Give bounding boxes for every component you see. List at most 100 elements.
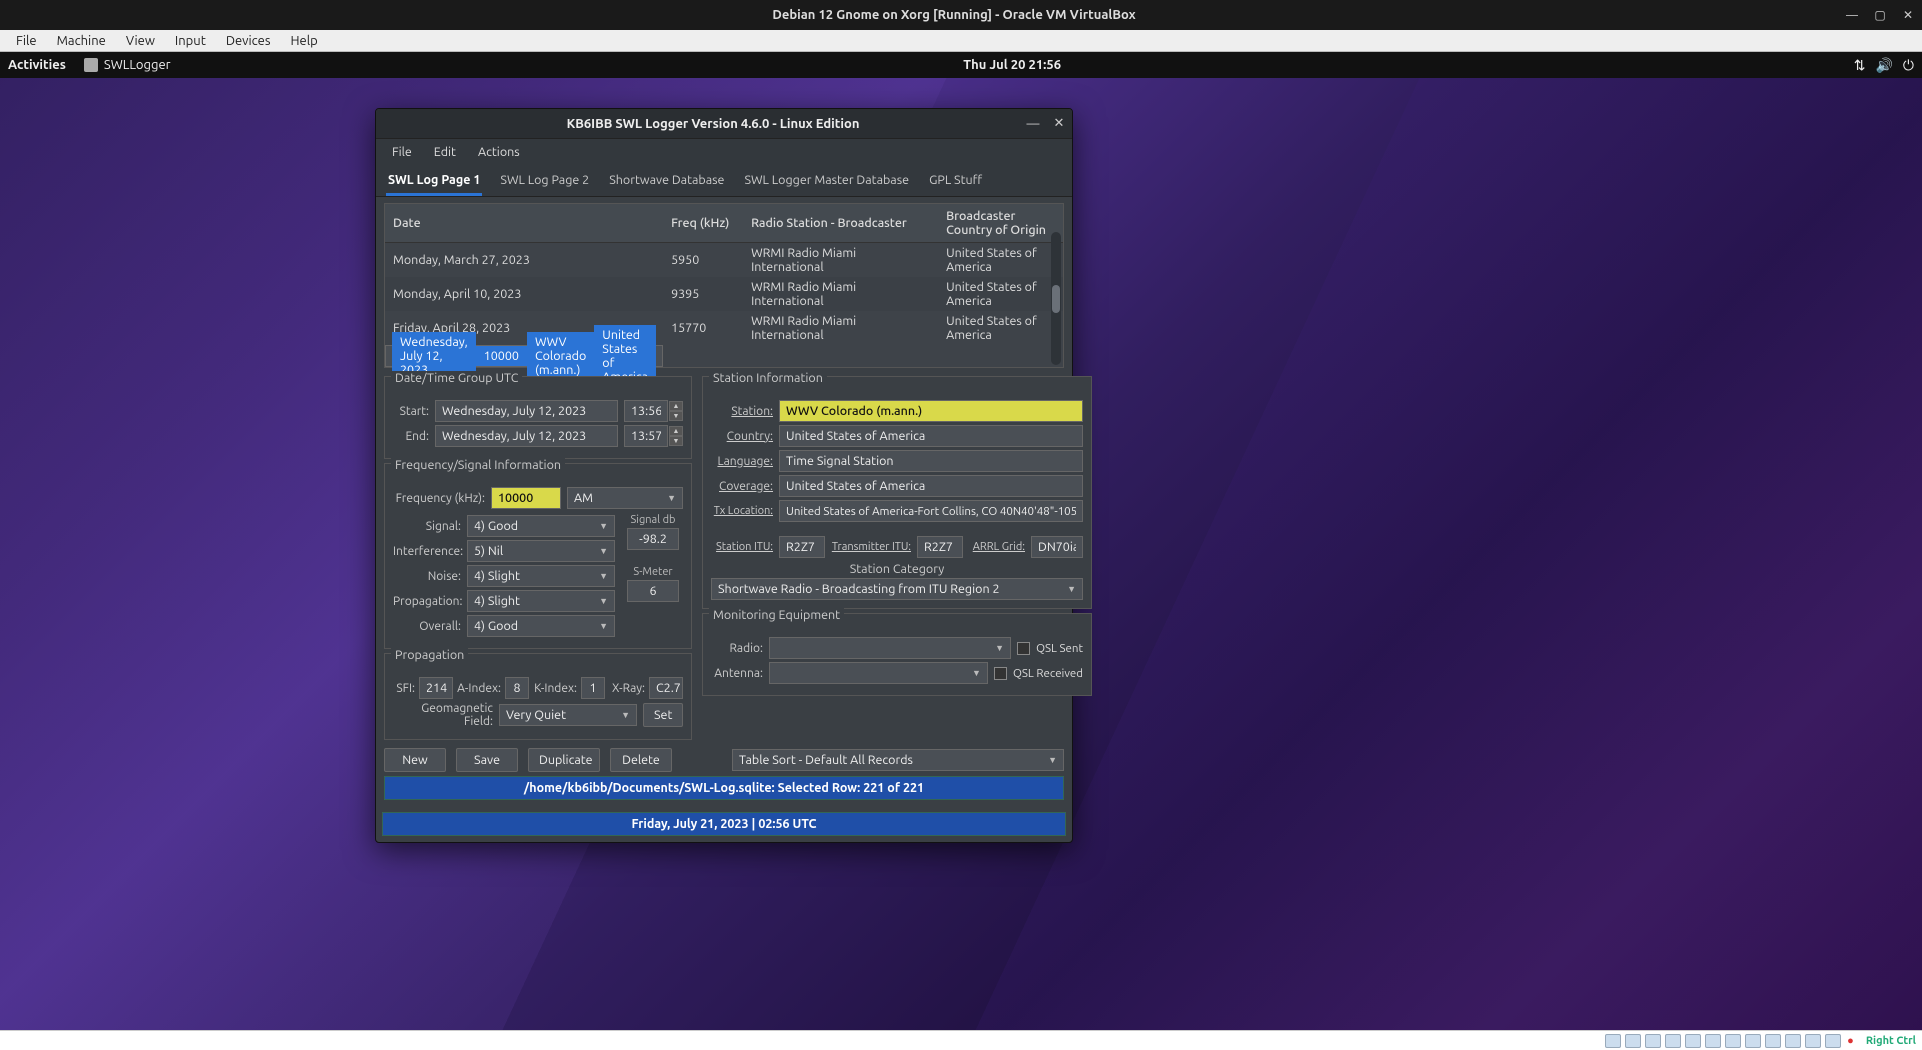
table-row[interactable]: Wednesday, July 12, 202310000WWV Colorad… (385, 345, 663, 367)
arrl-grid-input[interactable] (1031, 536, 1083, 558)
spin-down-icon[interactable]: ▼ (669, 411, 683, 421)
cell-country: United States of America (938, 277, 1063, 311)
vbox-menu-machine[interactable]: Machine (47, 32, 116, 50)
col-station[interactable]: Radio Station - Broadcaster (743, 204, 938, 243)
transmitter-itu-input[interactable] (917, 536, 963, 558)
tab-shortwave-db[interactable]: Shortwave Database (607, 169, 726, 196)
scrollbar-thumb[interactable] (1052, 285, 1060, 313)
vbox-hd-icon[interactable] (1605, 1034, 1621, 1048)
txloc-input[interactable] (779, 500, 1083, 522)
app-close-button[interactable]: ✕ (1046, 116, 1072, 131)
end-time-input[interactable] (624, 425, 668, 447)
app-menu-actions[interactable]: Actions (468, 142, 530, 162)
vbox-cd-icon[interactable] (1625, 1034, 1641, 1048)
app-menu-file[interactable]: File (382, 142, 422, 162)
set-button[interactable]: Set (643, 703, 683, 727)
new-button[interactable]: New (384, 748, 446, 772)
titu-label: Transmitter ITU: (831, 541, 911, 553)
qsl-recv-checkbox[interactable] (994, 667, 1007, 680)
chevron-down-icon: ▼ (599, 546, 608, 556)
spin-up-icon[interactable]: ▲ (669, 426, 683, 436)
tab-swl-log-2[interactable]: SWL Log Page 2 (498, 169, 591, 196)
vbox-display-icon[interactable] (1725, 1034, 1741, 1048)
vbox-minimize-button[interactable]: — (1838, 9, 1866, 22)
country-input[interactable] (779, 425, 1083, 447)
vbox-cpu-icon[interactable] (1765, 1034, 1781, 1048)
app-menubar: File Edit Actions (376, 139, 1072, 165)
vbox-rec-icon[interactable] (1745, 1034, 1761, 1048)
station-input[interactable] (779, 400, 1083, 422)
delete-button[interactable]: Delete (610, 748, 672, 772)
propagation-select[interactable]: 4) Slight▼ (467, 590, 615, 612)
col-country[interactable]: Broadcaster Country of Origin (938, 204, 1063, 243)
end-date-input[interactable] (435, 425, 618, 447)
antenna-select[interactable]: ▼ (769, 662, 988, 684)
end-time-spin[interactable]: ▲▼ (624, 425, 683, 447)
vbox-drag-icon[interactable] (1825, 1034, 1841, 1048)
table-row[interactable]: Friday, April 28, 202315770WRMI Radio Mi… (385, 311, 1063, 345)
vbox-shared-icon[interactable] (1705, 1034, 1721, 1048)
power-icon[interactable]: ⏻ (1903, 57, 1914, 74)
sfi-value[interactable]: 214 (419, 677, 453, 699)
start-time-spin[interactable]: ▲▼ (624, 400, 683, 422)
interference-select[interactable]: 5) Nil▼ (467, 540, 615, 562)
signaldb-value[interactable]: -98.2 (627, 528, 679, 550)
vbox-menu-devices[interactable]: Devices (216, 32, 281, 50)
coverage-input[interactable] (779, 475, 1083, 497)
spin-up-icon[interactable]: ▲ (669, 401, 683, 411)
overall-select[interactable]: 4) Good▼ (467, 615, 615, 637)
col-date[interactable]: Date (385, 204, 663, 243)
start-date-input[interactable] (435, 400, 618, 422)
vbox-menu-input[interactable]: Input (165, 32, 216, 50)
gnome-clock[interactable]: Thu Jul 20 21:56 (171, 58, 1854, 72)
vbox-menu-help[interactable]: Help (281, 32, 328, 50)
duplicate-button[interactable]: Duplicate (528, 748, 600, 772)
vbox-menu-file[interactable]: File (6, 32, 47, 50)
log-table[interactable]: Date Freq (kHz) Radio Station - Broadcas… (385, 204, 1063, 367)
vbox-audio-icon[interactable] (1645, 1034, 1661, 1048)
station-category-select[interactable]: Shortwave Radio - Broadcasting from ITU … (711, 578, 1083, 600)
spin-down-icon[interactable]: ▼ (669, 436, 683, 446)
vbox-clip-icon[interactable] (1805, 1034, 1821, 1048)
vbox-net-icon[interactable] (1665, 1034, 1681, 1048)
col-freq[interactable]: Freq (kHz) (663, 204, 743, 243)
app-menu-edit[interactable]: Edit (424, 142, 466, 162)
x-value[interactable]: C2.7 (649, 677, 683, 699)
table-row[interactable]: Monday, April 10, 20239395WRMI Radio Mia… (385, 277, 1063, 311)
language-input[interactable] (779, 450, 1083, 472)
txloc-label: Tx Location: (711, 505, 773, 517)
log-scrollbar[interactable] (1051, 232, 1061, 365)
vbox-mouse-icon[interactable] (1785, 1034, 1801, 1048)
start-time-input[interactable] (624, 400, 668, 422)
radio-select[interactable]: ▼ (769, 637, 1011, 659)
table-row[interactable]: Monday, March 27, 20235950WRMI Radio Mia… (385, 243, 1063, 278)
tab-gpl[interactable]: GPL Stuff (927, 169, 984, 196)
gnome-activities[interactable]: Activities (8, 58, 66, 72)
language-label: Language: (711, 455, 773, 468)
vbox-maximize-button[interactable]: ▢ (1866, 8, 1894, 22)
vbox-close-button[interactable]: ✕ (1894, 8, 1922, 22)
mode-select[interactable]: AM▼ (567, 487, 683, 509)
qsl-sent-checkbox[interactable] (1017, 642, 1030, 655)
noise-select[interactable]: 4) Slight▼ (467, 565, 615, 587)
save-button[interactable]: Save (456, 748, 518, 772)
a-value[interactable]: 8 (505, 677, 529, 699)
frequency-input[interactable] (491, 487, 561, 509)
table-sort-select[interactable]: Table Sort - Default All Records▼ (732, 749, 1064, 771)
smeter-value[interactable]: 6 (627, 580, 679, 602)
k-value[interactable]: 1 (581, 677, 605, 699)
tab-master-db[interactable]: SWL Logger Master Database (742, 169, 911, 196)
vbox-usb-icon[interactable] (1685, 1034, 1701, 1048)
app-minimize-button[interactable]: — (1020, 117, 1046, 131)
signal-select[interactable]: 4) Good▼ (467, 515, 615, 537)
x-label: X-Ray: (609, 682, 645, 695)
geo-select[interactable]: Very Quiet▼ (499, 704, 637, 726)
station-itu-input[interactable] (779, 536, 825, 558)
chevron-down-icon: ▼ (667, 493, 676, 503)
tab-swl-log-1[interactable]: SWL Log Page 1 (386, 169, 482, 196)
network-icon[interactable]: ⇅ (1854, 57, 1866, 74)
cell-country: United States of America (938, 311, 1063, 345)
vbox-menu-view[interactable]: View (116, 32, 165, 50)
volume-icon[interactable]: 🔊 (1875, 57, 1892, 74)
gnome-active-app[interactable]: SWLLogger (84, 58, 171, 72)
